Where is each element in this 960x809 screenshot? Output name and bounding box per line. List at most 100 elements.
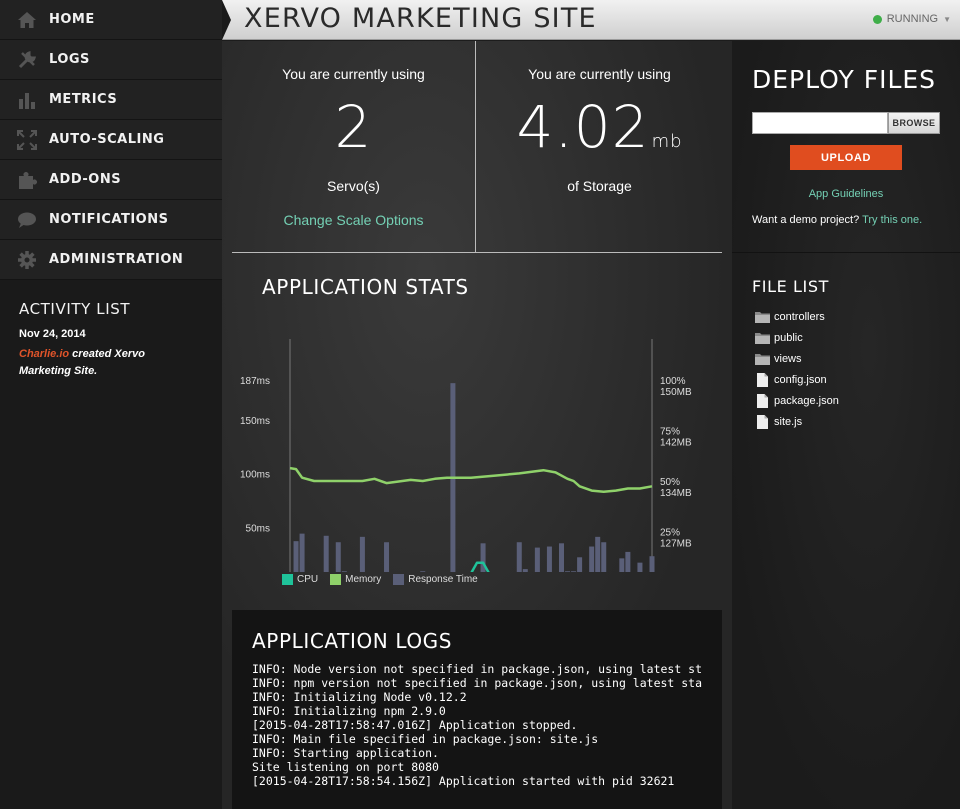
activity-user-link[interactable]: Charlie.io (19, 348, 69, 360)
app-guidelines-link[interactable]: App Guidelines (732, 188, 960, 200)
response-time-bar (516, 542, 522, 572)
memory-line (289, 466, 653, 493)
nav-label: HOME (49, 12, 95, 27)
response-time-bar (335, 542, 341, 572)
chevron-down-icon: ▼ (943, 14, 951, 24)
y-left-tick-label: 150ms (240, 416, 270, 427)
upload-button[interactable]: UPLOAD (790, 145, 902, 170)
nav-notifications[interactable]: NOTIFICATIONS (0, 200, 222, 240)
nav-administration[interactable]: ADMINISTRATION (0, 240, 222, 280)
response-time-bar (384, 542, 390, 572)
y-right-tick-label: 127MB (660, 539, 692, 550)
folder-icon (754, 352, 770, 366)
try-this-one-link[interactable]: Try this one. (862, 214, 922, 226)
response-time-bar (293, 541, 299, 572)
divider (732, 252, 960, 253)
y-right-tick-label: 25% (660, 528, 680, 539)
file-list-item[interactable]: package.json (754, 390, 839, 411)
response-time-bar (359, 536, 365, 572)
response-time-bar (534, 547, 540, 572)
response-time-bar (601, 542, 607, 572)
y-right-tick-label: 75% (660, 427, 680, 438)
log-line: INFO: Starting application. (252, 746, 439, 760)
file-list-item[interactable]: public (754, 327, 839, 348)
log-line: [2015-04-28T17:58:54.156Z] Application s… (252, 774, 675, 788)
file-list-item[interactable]: controllers (754, 306, 839, 327)
response-time-bar (522, 569, 528, 572)
log-line: INFO: npm version not specified in packa… (252, 676, 702, 690)
application-logs-title: APPLICATION LOGS (252, 629, 453, 653)
storage-intro: You are currently using (528, 66, 671, 82)
y-right-tick-label: 50% (660, 477, 680, 488)
nav-label: ADMINISTRATION (49, 252, 184, 267)
header: XERVO MARKETING SITE RUNNING ▼ (222, 0, 960, 40)
nav-add-ons[interactable]: ADD-ONS (0, 160, 222, 200)
gear-icon (16, 249, 38, 271)
response-time-bar (323, 535, 329, 572)
legend-label: Response Time (408, 574, 478, 585)
response-time-bar (546, 546, 552, 572)
browse-button[interactable]: BROWSE (888, 112, 940, 134)
y-right-tick-label: 150MB (660, 387, 692, 398)
file-list-item[interactable]: config.json (754, 369, 839, 390)
legend-label: Memory (345, 574, 382, 585)
y-left-tick-label: 187ms (240, 376, 270, 387)
activity-entry: Charlie.io created Xervo Marketing Site. (19, 346, 169, 380)
status-dropdown[interactable]: RUNNING ▼ (872, 13, 951, 25)
response-time-bar (565, 571, 571, 572)
nav-label: ADD-ONS (49, 172, 122, 187)
legend-label: CPU (297, 574, 319, 585)
file-path-input[interactable] (752, 112, 888, 134)
activity-date: Nov 24, 2014 (19, 328, 86, 340)
legend-item-memory[interactable]: Memory (330, 574, 381, 585)
home-icon (16, 9, 38, 31)
legend-swatch (330, 574, 342, 585)
nav-metrics[interactable]: METRICS (0, 80, 222, 120)
file-list-item[interactable]: site.js (754, 411, 839, 432)
y-right-tick-label: 142MB (660, 438, 692, 449)
file-name: site.js (774, 415, 803, 428)
right-panel: DEPLOY FILES BROWSE UPLOAD App Guideline… (732, 41, 960, 809)
nav-home[interactable]: HOME (0, 0, 222, 40)
log-line: [2015-04-28T17:58:47.016Z] Application s… (252, 718, 578, 732)
log-line: INFO: Main file specified in package.jso… (252, 732, 599, 746)
chart-tick-labels: 2:03 AM2:13 AM2:30 AM2:46 AM3:03 AM187ms… (240, 376, 692, 550)
response-time-bar (577, 557, 583, 572)
legend-item-response-time[interactable]: Response Time (393, 574, 478, 585)
expand-icon (16, 129, 38, 151)
status-label: RUNNING (886, 13, 939, 25)
log-line: Site listening on port 8080 (252, 760, 439, 774)
legend-swatch (282, 574, 293, 585)
response-time-bar (559, 543, 564, 572)
response-time-bar (649, 556, 655, 572)
log-output[interactable]: INFO: Node version not specified in pack… (252, 662, 702, 788)
response-time-bar (589, 546, 595, 572)
log-line: INFO: Initializing npm 2.9.0 (252, 704, 446, 718)
nav-label: AUTO-SCALING (49, 132, 165, 147)
chart-legend: CPU Memory Response Time (282, 574, 490, 585)
header-notch (222, 0, 231, 40)
log-line: INFO: Node version not specified in pack… (252, 662, 702, 676)
y-right-tick-label: 134MB (660, 488, 692, 499)
servo-intro: You are currently using (282, 66, 425, 82)
file-name: package.json (774, 394, 839, 407)
file-name: controllers (774, 310, 825, 323)
sidebar: HOME LOGS METRICS AUTO-SCALING ADD-ONS N… (0, 0, 222, 809)
application-logs-panel: APPLICATION LOGS INFO: Node version not … (232, 610, 722, 809)
file-name: views (774, 352, 802, 365)
file-list-item[interactable]: views (754, 348, 839, 369)
y-left-tick-label: 100ms (240, 470, 270, 481)
folder-icon (754, 331, 770, 345)
nav-logs[interactable]: LOGS (0, 40, 222, 80)
nav-label: METRICS (49, 92, 118, 107)
nav-auto-scaling[interactable]: AUTO-SCALING (0, 120, 222, 160)
file-name: public (774, 331, 803, 344)
file-icon (754, 393, 770, 408)
legend-item-cpu[interactable]: CPU (282, 574, 318, 585)
response-time-bar (625, 551, 631, 572)
nav-label: LOGS (49, 52, 90, 67)
response-time-bar (619, 558, 625, 572)
response-time-bar (341, 571, 347, 572)
y-right-tick-label: 100% (660, 376, 686, 387)
response-time-bar (571, 571, 577, 572)
